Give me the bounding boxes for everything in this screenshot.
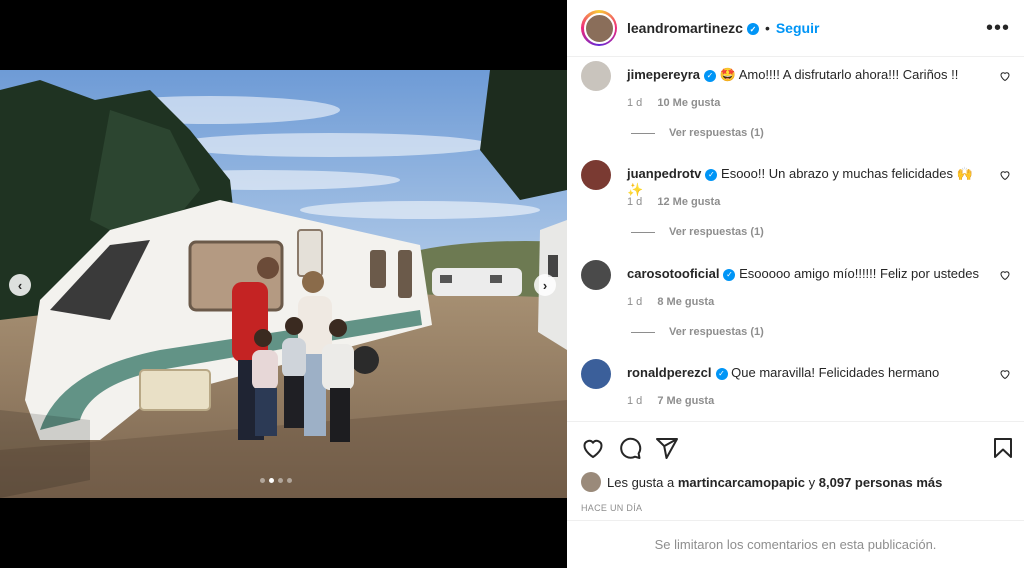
like-comment-heart-icon[interactable] (999, 70, 1011, 82)
comment-bubble-icon[interactable] (618, 436, 642, 460)
post-time[interactable]: HACE UN DÍA (581, 503, 642, 513)
verified-badge-icon: ✓ (705, 168, 718, 181)
slide-dot-active (269, 478, 274, 483)
comment-text: Que maravilla! Felicidades hermano (731, 365, 940, 380)
comment-likes[interactable]: 10 Me gusta (657, 97, 720, 109)
slide-indicator (260, 478, 292, 483)
verified-badge-icon: ✓ (704, 69, 716, 82)
like-comment-heart-icon[interactable] (999, 269, 1011, 281)
commenter-username[interactable]: jimepereyra (627, 67, 700, 82)
header-separator: • (764, 20, 770, 36)
follow-button[interactable]: Seguir (776, 20, 820, 36)
chevron-right-icon: › (542, 277, 548, 293)
likes-summary: Les gusta a martincarcamopapic y 8,097 p… (581, 472, 942, 492)
comment-time: 1 d (627, 196, 643, 208)
comment-time: 1 d (627, 395, 643, 407)
liker-username[interactable]: martincarcamopapic (678, 475, 805, 490)
chevron-left-icon: ‹ (17, 277, 23, 293)
comment-likes[interactable]: 7 Me gusta (657, 395, 714, 407)
photo-illustration (0, 70, 567, 498)
more-options-icon[interactable]: ••• (986, 18, 1010, 38)
comment-meta: 1 d 8 Me gusta (627, 296, 714, 308)
author-username[interactable]: leandromartinezc ✓ (627, 20, 759, 36)
media-pane: ‹ › (0, 0, 567, 568)
verified-badge-icon: ✓ (723, 268, 736, 281)
author-avatar[interactable] (581, 10, 617, 46)
comment-meta: 1 d 12 Me gusta (627, 196, 720, 208)
comment-time: 1 d (627, 97, 643, 109)
like-comment-heart-icon[interactable] (999, 169, 1011, 181)
like-heart-icon[interactable] (581, 436, 605, 460)
commenter-avatar[interactable] (581, 61, 611, 91)
post-header: leandromartinezc ✓ • Seguir ••• (567, 0, 1024, 57)
comments-list: jimepereyra ✓ 🤩 Amo!!!! A disfrutarlo aho… (567, 57, 1024, 421)
likes-count[interactable]: 8,097 personas más (819, 475, 943, 490)
comment-time: 1 d (627, 296, 643, 308)
share-paper-plane-icon[interactable] (655, 436, 679, 460)
next-slide-button[interactable]: › (534, 274, 556, 296)
commenter-username[interactable]: carosotooficial (627, 266, 719, 281)
commenter-username[interactable]: ronaldperezcl (627, 365, 712, 380)
post-photo[interactable] (0, 70, 567, 498)
slide-dot (260, 478, 265, 483)
view-replies-button[interactable]: Ver respuestas (1) (631, 127, 764, 139)
comment-likes[interactable]: 12 Me gusta (657, 196, 720, 208)
save-bookmark-icon[interactable] (991, 436, 1015, 460)
commenter-avatar[interactable] (581, 359, 611, 389)
post-viewer: ‹ › leandromartinezc ✓ • Seguir ••• jime… (0, 0, 1024, 568)
view-replies-button[interactable]: Ver respuestas (1) (631, 326, 764, 338)
slide-dot (278, 478, 283, 483)
comment-text: 🤩 Amo!!!! A disfrutarlo ahora!!! Cariños… (719, 67, 959, 82)
view-replies-button[interactable]: Ver respuestas (1) (631, 226, 764, 238)
like-comment-heart-icon[interactable] (999, 368, 1011, 380)
post-actions-bar (567, 421, 1024, 471)
commenter-avatar[interactable] (581, 260, 611, 290)
previous-slide-button[interactable]: ‹ (9, 274, 31, 296)
comments-limited-notice: Se limitaron los comentarios en esta pub… (567, 520, 1024, 568)
comment-meta: 1 d 10 Me gusta (627, 97, 720, 109)
post-side-panel: leandromartinezc ✓ • Seguir ••• jimeperey… (567, 0, 1024, 568)
slide-dot (287, 478, 292, 483)
comment-text: Esooooo amigo mío!!!!!! Feliz por ustede… (739, 266, 979, 281)
liker-avatar[interactable] (581, 472, 601, 492)
commenter-username[interactable]: juanpedrotv (627, 166, 701, 181)
verified-badge-icon: ✓ (746, 23, 759, 36)
comment-likes[interactable]: 8 Me gusta (657, 296, 714, 308)
verified-badge-icon: ✓ (715, 367, 728, 380)
comment-meta: 1 d 7 Me gusta (627, 395, 714, 407)
commenter-avatar[interactable] (581, 160, 611, 190)
